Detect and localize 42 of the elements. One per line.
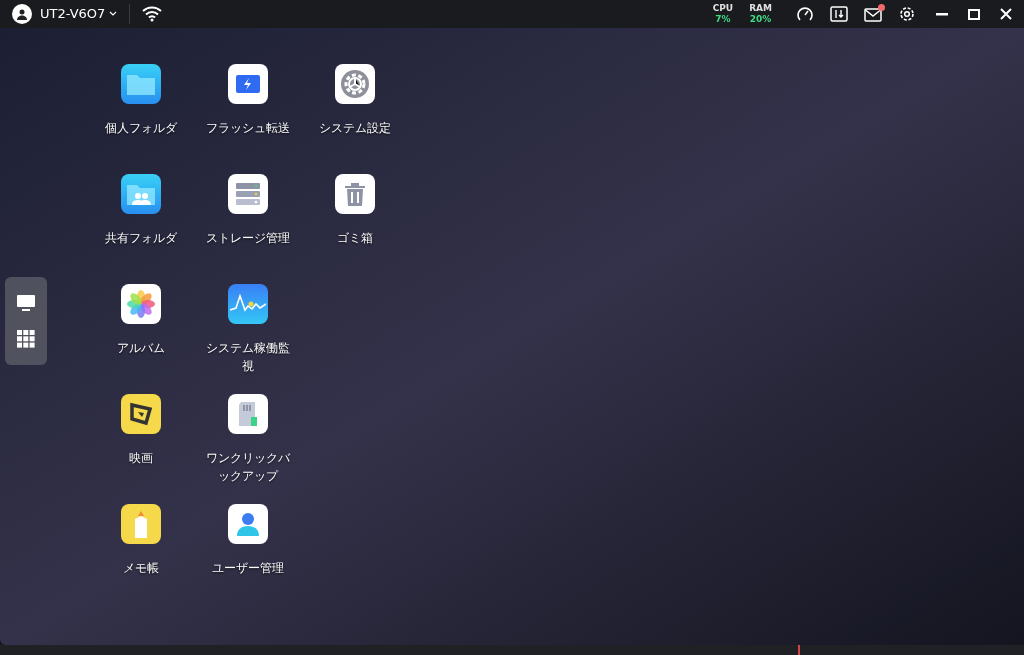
shared-folder-icon: [120, 174, 161, 214]
speedometer-icon[interactable]: [796, 5, 814, 23]
app-label[interactable]: フラッシュ転送: [202, 119, 293, 137]
chart-icon: [227, 284, 268, 324]
app-label[interactable]: システム設定: [309, 119, 400, 137]
app-label[interactable]: メモ帳: [95, 559, 186, 577]
indicator-mark: [798, 645, 800, 655]
app-label[interactable]: ストレージ管理: [202, 229, 293, 247]
settings-icon[interactable]: [898, 5, 916, 23]
grid-icon[interactable]: [17, 329, 35, 348]
pencil-icon: [120, 504, 161, 544]
flash-icon: [227, 64, 268, 104]
app-label[interactable]: ワンクリックバックアップ: [202, 449, 293, 485]
wifi-icon[interactable]: [142, 6, 163, 22]
download-box-icon[interactable]: [830, 6, 848, 22]
flower-icon: [120, 284, 161, 324]
device-menu[interactable]: UT2-V6O7: [40, 4, 118, 24]
folder-icon: [120, 64, 161, 104]
app-label[interactable]: アルバム: [95, 339, 186, 357]
sd-card-icon: [227, 394, 268, 434]
meter-label: RAM: [749, 4, 772, 13]
meter-value: 7%: [715, 15, 731, 24]
mail-icon[interactable]: [864, 8, 882, 22]
minimize-icon[interactable]: [936, 12, 948, 16]
app-label[interactable]: 個人フォルダ: [95, 119, 186, 137]
app-label[interactable]: システム稼働監視: [202, 339, 293, 375]
meter-value: 20%: [749, 15, 772, 24]
chevron-down-icon: [109, 11, 118, 17]
film-icon: [120, 394, 161, 434]
maximize-icon[interactable]: [968, 8, 980, 20]
app-label[interactable]: ゴミ箱: [309, 229, 400, 247]
close-icon[interactable]: [1000, 8, 1012, 20]
meter-label: CPU: [712, 4, 734, 13]
app-label[interactable]: ユーザー管理: [202, 559, 293, 577]
user-icon: [227, 504, 268, 544]
monitor-icon[interactable]: [16, 293, 36, 312]
storage-icon: [227, 174, 268, 214]
gear-icon: [334, 64, 375, 104]
app-label[interactable]: 共有フォルダ: [95, 229, 186, 247]
avatar-icon[interactable]: [12, 4, 32, 24]
app-label[interactable]: 映画: [95, 449, 186, 467]
trash-icon: [334, 174, 375, 214]
